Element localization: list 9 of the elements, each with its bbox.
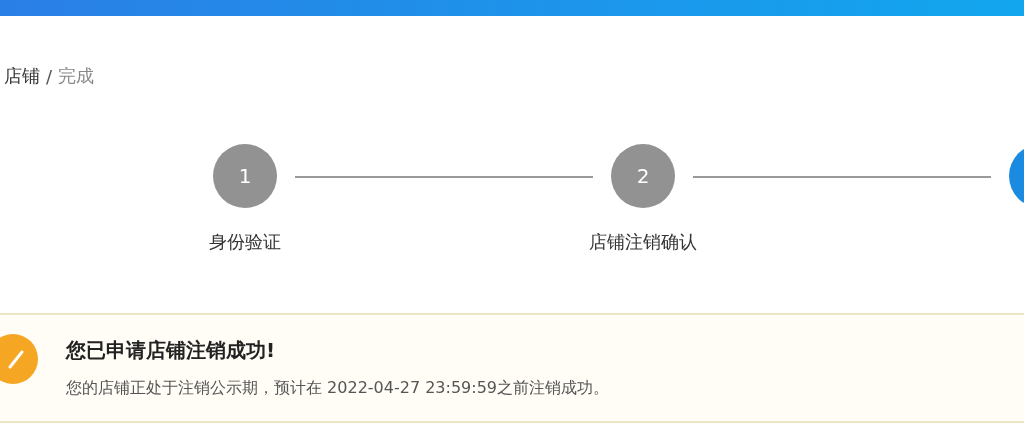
breadcrumb-separator: / [46,65,53,87]
step-label: 身份验证 [209,230,281,254]
alert-message: 您的店铺正处于注销公示期，预计在 2022-04-27 23:59:59之前注销成功。 [66,378,609,399]
alert-title: 您已申请店铺注销成功! [66,337,277,364]
step-number: 2 [611,144,675,208]
step-label: 店铺注销确认 [589,230,697,254]
breadcrumb-item[interactable]: 店铺 [4,64,40,88]
step-number: 1 [213,144,277,208]
breadcrumb-item: 完成 [58,64,95,88]
